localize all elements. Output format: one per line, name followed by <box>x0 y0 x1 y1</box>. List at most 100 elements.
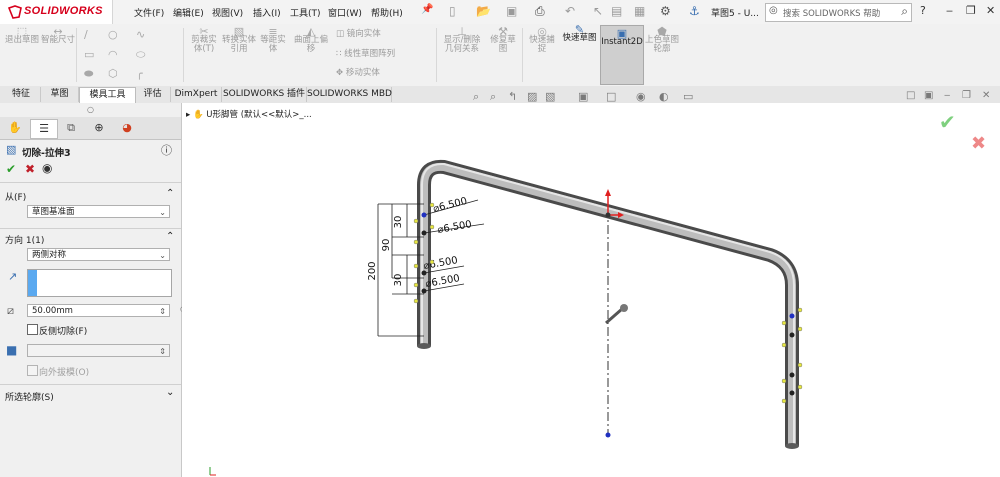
display-delete-relations-button[interactable]: ⊥ 显示/删除几何关系 <box>440 26 484 54</box>
slot-icon[interactable]: ⬬ <box>84 67 93 81</box>
pin-icon[interactable]: 📌 <box>421 4 433 15</box>
solidworks-logo[interactable]: SOLIDWORKS <box>0 0 113 24</box>
direction-reference-box[interactable] <box>27 269 172 297</box>
convert-entities-button[interactable]: ▧ 转换实体引用 <box>222 26 256 54</box>
undo-icon[interactable]: ↶ <box>565 4 575 18</box>
appearance-icon[interactable]: ◐ <box>659 90 669 103</box>
smart-dimension-button[interactable]: ↔ 智能尺寸 <box>41 26 75 45</box>
instant2d-button[interactable]: ▣ Instant2D <box>600 25 644 85</box>
offset-entities-button[interactable]: ≡ 等距实体 <box>258 26 288 54</box>
display-style-icon[interactable]: □ <box>606 90 616 103</box>
save-icon[interactable]: ▣ <box>506 4 517 18</box>
flip-side-checkbox[interactable] <box>27 324 38 335</box>
search-input[interactable]: 搜索 SOLIDWORKS 帮助 <box>783 7 880 19</box>
spin-stepper-icon[interactable]: ⇕ <box>159 305 166 318</box>
repair-sketch-button[interactable]: ⚒ 修复草图 <box>487 26 519 54</box>
tab-features[interactable]: 特征 <box>2 87 41 102</box>
viewport-layout-icon[interactable]: ▣ <box>924 90 933 101</box>
options-gear-icon[interactable]: ⚙ <box>660 4 671 18</box>
property-manager-tab-icon[interactable]: ☰ <box>30 119 58 139</box>
new-document-icon[interactable]: ▯ <box>449 4 456 18</box>
menu-window[interactable]: 窗口(W) <box>328 6 362 19</box>
view-orientation-icon[interactable]: ▣ <box>578 90 588 103</box>
tab-sketch[interactable]: 草图 <box>41 87 79 102</box>
spline-icon[interactable]: ∿ <box>136 28 145 41</box>
rectangle-icon[interactable]: ▭ <box>84 48 94 61</box>
offset-on-surface-button[interactable]: ◭ 曲面上偏移 <box>292 26 330 54</box>
quick-snaps-button[interactable]: ◎ 快速捕捉 <box>526 26 558 54</box>
trim-entities-button[interactable]: ✂ 剪裁实体(T) <box>188 26 220 54</box>
line-icon[interactable]: ∕ <box>84 28 88 41</box>
collapse-chevron-icon[interactable]: ⌃ <box>166 188 174 199</box>
end-condition-select[interactable]: 两侧对称 ⌄ <box>27 248 170 261</box>
ok-check-icon[interactable]: ✔ <box>6 162 16 176</box>
direction-arrow-icon[interactable]: ↗ <box>8 270 17 283</box>
hide-show-icon[interactable]: ◉ <box>636 90 646 103</box>
circle-icon[interactable]: ○ <box>108 28 118 41</box>
cancel-x-icon[interactable]: ✖ <box>25 162 35 176</box>
close-icon[interactable]: ✕ <box>986 4 995 17</box>
minimize-icon[interactable]: ‒ <box>946 4 953 17</box>
tab-mbd[interactable]: SOLIDWORKS MBD <box>307 87 392 102</box>
collapse-chevron-icon[interactable]: ⌃ <box>166 231 174 242</box>
restore-icon[interactable]: ❐ <box>966 4 976 17</box>
zoom-area-icon[interactable]: ⌕ <box>490 90 496 104</box>
menu-file[interactable]: 文件(F) <box>134 6 164 19</box>
search-icon[interactable]: ⌕ <box>901 4 908 19</box>
viewport-minimize-icon[interactable]: ‒ <box>944 90 950 101</box>
panel-collapse-handle[interactable]: ○ <box>87 105 94 114</box>
previous-view-icon[interactable]: ↰ <box>508 90 517 103</box>
move-entities-button[interactable]: ✥ 移动实体 <box>336 69 380 78</box>
mirror-entities-button[interactable]: ◫ 镜向实体 <box>336 30 381 39</box>
tab-mold-tools[interactable]: 模具工具 <box>79 87 136 104</box>
preview-eye-icon[interactable]: ◉ <box>42 161 52 175</box>
from-select[interactable]: 草图基准面 ⌄ <box>27 205 170 218</box>
dimension-30-a[interactable]: 30 <box>393 216 404 229</box>
dimension-200[interactable]: 200 <box>367 261 378 280</box>
dimxpert-manager-tab-icon[interactable]: ⊕ <box>86 119 112 137</box>
model-view[interactable]: 30 90 30 200 ⌀6.500 ⌀6.500 ⌀6.500 ⌀6.500 <box>182 103 1000 477</box>
menu-tools[interactable]: 工具(T) <box>290 6 321 19</box>
draft-angle-input[interactable]: ⇕ <box>27 344 170 357</box>
open-icon[interactable]: 📂 <box>476 4 491 18</box>
draft-icon[interactable]: ■ <box>6 343 17 357</box>
dimension-90[interactable]: 90 <box>381 239 392 252</box>
draft-outward-checkbox[interactable] <box>27 365 38 376</box>
help-circle-icon[interactable]: ⓘ <box>161 142 172 158</box>
anchor-icon[interactable]: ⚓ <box>689 4 700 18</box>
rapid-sketch-button[interactable]: ✎ 快速草图 <box>562 24 597 83</box>
viewport-restore-icon[interactable]: ❐ <box>962 90 971 101</box>
shaded-sketch-contours-button[interactable]: ⬟ 上色草图轮廓 <box>645 26 679 54</box>
exit-sketch-button[interactable]: ⬚ 退出草图 <box>5 26 39 45</box>
file-properties-icon[interactable]: ▦ <box>634 4 645 18</box>
menu-insert[interactable]: 插入(I) <box>253 6 281 19</box>
select-icon[interactable]: ↖ <box>593 4 603 18</box>
rebuild-icon[interactable]: ▤ <box>611 4 622 18</box>
drag-handle-knob[interactable] <box>620 304 628 312</box>
spin-stepper-icon[interactable]: ⇕ <box>159 345 166 358</box>
help-icon[interactable]: ? <box>920 4 926 17</box>
zoom-to-fit-icon[interactable]: ⌕ <box>473 90 479 104</box>
menu-edit[interactable]: 编辑(E) <box>173 6 204 19</box>
tab-addins[interactable]: SOLIDWORKS 插件 <box>222 87 307 102</box>
feature-manager-tab-icon[interactable]: ✋ <box>2 119 28 137</box>
print-icon[interactable]: ⎙ <box>535 4 545 19</box>
monitor-icon[interactable]: ▭ <box>683 90 693 103</box>
configuration-manager-tab-icon[interactable]: ⧉ <box>58 119 84 137</box>
viewport-close-icon[interactable]: ✕ <box>982 90 990 101</box>
diameter-dim-1[interactable]: ⌀6.500 <box>432 196 468 215</box>
tab-dimxpert[interactable]: DimXpert <box>171 87 222 102</box>
polygon-icon[interactable]: ⬡ <box>108 67 118 80</box>
depth-input[interactable]: 50.00mm ⇕ <box>27 304 170 317</box>
section-view-icon[interactable]: ▨ <box>527 90 537 103</box>
expand-chevron-icon[interactable]: ⌄ <box>166 387 174 398</box>
dimension-30-b[interactable]: 30 <box>393 274 404 287</box>
ellipse-icon[interactable]: ⬭ <box>136 48 145 62</box>
linear-pattern-button[interactable]: ∷ 线性草图阵列 <box>336 50 395 59</box>
help-search-box[interactable]: ◎ 搜索 SOLIDWORKS 帮助 ⌕ <box>765 3 912 22</box>
arc-icon[interactable]: ◠ <box>108 48 118 61</box>
menu-help[interactable]: 帮助(H) <box>371 6 403 19</box>
viewport-panel-icon[interactable]: □ <box>906 90 915 101</box>
tab-evaluate[interactable]: 评估 <box>135 87 171 102</box>
search-scope-icon[interactable]: ◎ <box>769 5 778 16</box>
